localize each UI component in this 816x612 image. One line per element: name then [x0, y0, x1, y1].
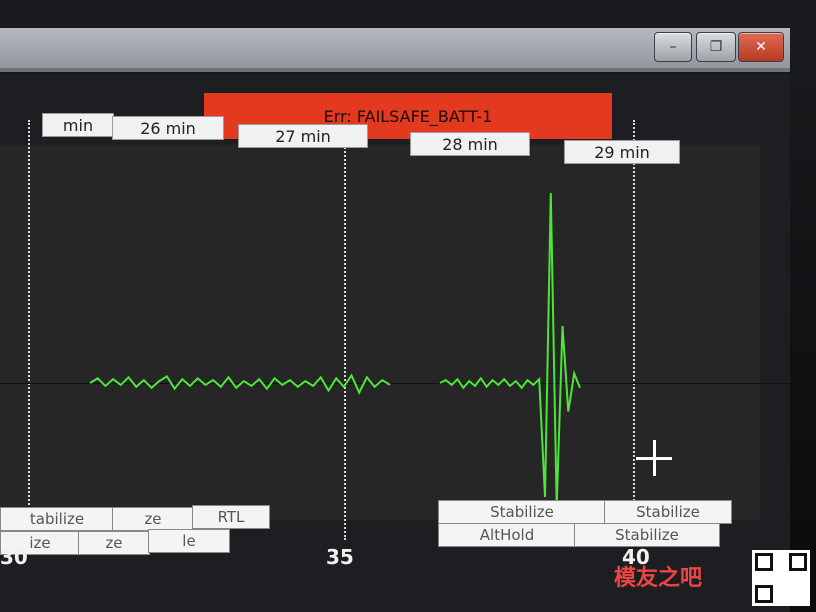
- time-label: 28 min: [410, 132, 530, 156]
- telemetry-series-2: [439, 192, 581, 507]
- flight-mode-label: AltHold: [438, 523, 576, 547]
- time-label: 26 min: [112, 116, 224, 140]
- flight-mode-label: ze: [78, 531, 150, 555]
- flight-mode-label: RTL: [192, 505, 270, 529]
- flight-mode-label: Stabilize: [574, 523, 720, 547]
- time-label: min: [42, 113, 114, 137]
- flight-mode-label: le: [148, 529, 230, 553]
- flight-mode-label: Stabilize: [604, 500, 732, 524]
- x-axis-tick: 30: [0, 545, 28, 569]
- time-label: 29 min: [564, 140, 680, 164]
- error-text: Err: FAILSAFE_BATT-1: [323, 106, 493, 126]
- watermark: 模友之吧: [614, 566, 703, 591]
- flight-mode-label: Stabilize: [438, 500, 606, 524]
- qr-code-icon: [752, 550, 810, 606]
- telemetry-series-1: [89, 373, 391, 395]
- flight-mode-label: ze: [112, 507, 194, 531]
- flight-mode-label: tabilize: [0, 507, 114, 531]
- time-label: 27 min: [238, 124, 368, 148]
- crosshair-cursor-icon: [636, 440, 672, 476]
- x-axis-tick: 35: [326, 545, 354, 569]
